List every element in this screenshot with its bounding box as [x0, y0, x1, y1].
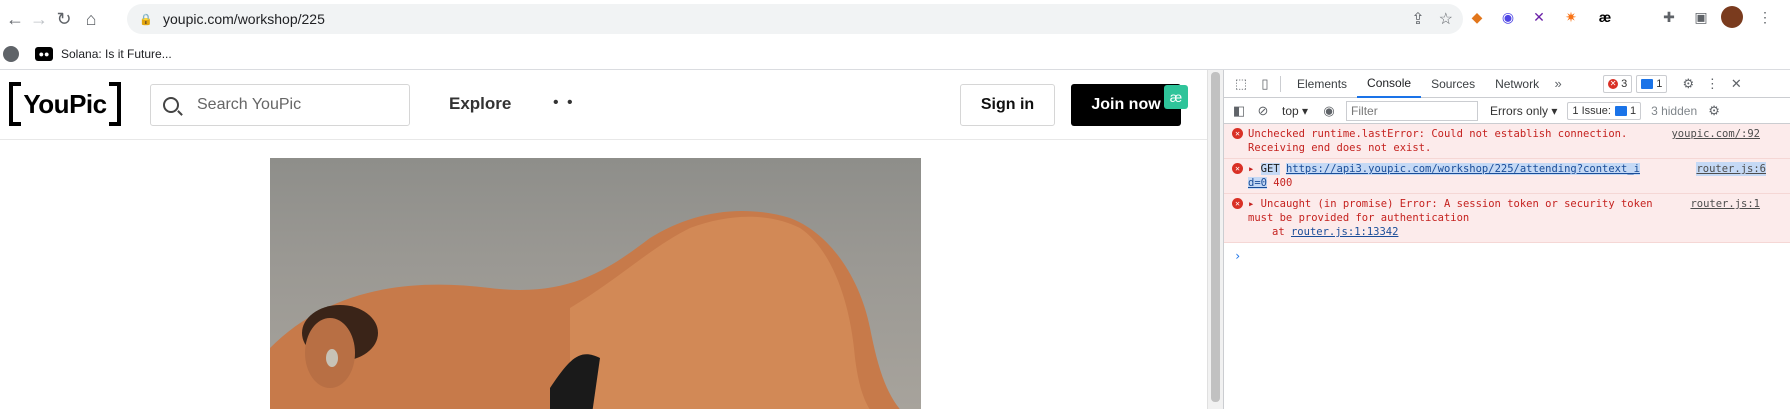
message-count: 1	[1656, 77, 1663, 90]
back-arrow-icon[interactable]: ←	[2, 6, 28, 32]
scrollbar-thumb[interactable]	[1211, 72, 1220, 402]
error-icon: ✕	[1232, 198, 1243, 209]
tab-elements[interactable]: Elements	[1287, 70, 1357, 98]
workshop-photo[interactable]	[270, 158, 921, 409]
menu-icon[interactable]: ⋮	[1754, 6, 1776, 28]
log-level-selector[interactable]: Errors only ▾	[1490, 104, 1557, 118]
star-icon[interactable]: ☆	[1439, 9, 1453, 29]
bookmark-label: Solana: Is it Future...	[61, 46, 172, 61]
issues-badge[interactable]: 1 Issue: 1	[1567, 101, 1642, 120]
page-viewport: YouPic Explore • • Sign in Join now æ	[0, 70, 1207, 409]
reload-icon[interactable]: ↻	[51, 6, 77, 32]
globe-icon[interactable]	[3, 45, 19, 62]
context-selector[interactable]: top ▾	[1282, 104, 1308, 118]
sign-in-button[interactable]: Sign in	[960, 84, 1055, 126]
log-level-value: Errors only	[1490, 103, 1549, 118]
console-prompt[interactable]: ›	[1224, 243, 1790, 269]
source-link[interactable]: router.js:6	[1696, 162, 1766, 176]
explore-link[interactable]: Explore	[449, 94, 511, 114]
page-scrollbar[interactable]	[1207, 70, 1223, 409]
message-count-badge[interactable]: 1	[1636, 74, 1668, 93]
close-icon[interactable]: ✕	[1727, 75, 1745, 93]
error-icon: ✕	[1608, 78, 1619, 89]
filter-input[interactable]: Filter	[1346, 100, 1479, 121]
inspect-icon[interactable]: ⬚	[1232, 75, 1250, 93]
tab-network[interactable]: Network	[1485, 70, 1549, 98]
error-text: Uncaught (in promise) Error: A session t…	[1260, 198, 1653, 210]
puzzle-icon[interactable]: ✚	[1658, 6, 1680, 28]
error-text: Receiving end does not exist.	[1248, 142, 1432, 154]
url-text[interactable]: youpic.com/workshop/225	[163, 11, 325, 27]
eye-icon[interactable]: ◉	[1320, 102, 1338, 120]
extension-ae-icon[interactable]: æ	[1594, 6, 1616, 28]
error-icon: ✕	[1232, 163, 1243, 174]
console-error-row[interactable]: ✕ ▸ GET https://api3.youpic.com/workshop…	[1224, 159, 1790, 194]
status-code: 400	[1273, 177, 1293, 189]
extension-circle-icon[interactable]: ◉	[1497, 6, 1519, 28]
devtools-tabbar: ⬚ ▯ Elements Console Sources Network » ✕…	[1224, 70, 1790, 98]
expand-arrow-icon[interactable]: ▸	[1248, 198, 1254, 210]
tab-console[interactable]: Console	[1357, 70, 1422, 98]
stack-prefix: at	[1272, 226, 1285, 238]
source-link[interactable]: youpic.com/:92	[1671, 127, 1760, 141]
context-value: top	[1282, 103, 1299, 118]
console-error-row[interactable]: ✕ Unchecked runtime.lastError: Could not…	[1224, 124, 1790, 159]
photo-subject	[270, 210, 900, 409]
metamask-icon[interactable]: ◆	[1466, 6, 1488, 28]
tab-sources[interactable]: Sources	[1421, 70, 1485, 98]
network-error-text-cont: d=0 400	[1248, 176, 1782, 190]
clear-console-icon[interactable]: ⊘	[1254, 102, 1272, 120]
ae-extension-badge[interactable]: æ	[1164, 85, 1188, 109]
error-text: must be provided for authentication	[1248, 212, 1470, 224]
search-icon	[163, 97, 179, 113]
issue-icon	[1614, 105, 1627, 116]
lock-icon: 🔒	[139, 13, 153, 26]
more-menu-icon[interactable]: • •	[553, 94, 575, 112]
search-input[interactable]	[197, 96, 397, 114]
error-count-badge[interactable]: ✕ 3	[1603, 74, 1633, 93]
issues-label: 1 Issue:	[1572, 104, 1611, 117]
youpic-logo[interactable]: YouPic	[9, 82, 121, 126]
error-count: 3	[1621, 77, 1628, 90]
request-url[interactable]: https://api3.youpic.com/workshop/225/att…	[1285, 163, 1640, 175]
sidepanel-icon[interactable]: ▣	[1690, 6, 1712, 28]
console-error-row[interactable]: ✕ ▸ Uncaught (in promise) Error: A sessi…	[1224, 194, 1790, 243]
message-icon	[1641, 78, 1654, 89]
site-header: YouPic Explore • • Sign in Join now æ	[0, 70, 1207, 140]
device-toolbar-icon[interactable]: ▯	[1256, 75, 1274, 93]
http-method: GET	[1260, 163, 1280, 175]
hidden-count: 3 hidden	[1651, 103, 1698, 118]
forward-arrow-icon[interactable]: →	[26, 6, 52, 32]
address-bar[interactable]: 🔒 youpic.com/workshop/225 ⇪ ☆	[127, 4, 1463, 34]
sidebar-toggle-icon[interactable]: ◧	[1230, 102, 1248, 120]
settings-gear-icon[interactable]: ⚙	[1679, 75, 1697, 93]
request-url-cont[interactable]: d=0	[1248, 177, 1267, 189]
search-box[interactable]	[150, 84, 410, 126]
more-tabs-icon[interactable]: »	[1549, 75, 1567, 93]
issues-count: 1	[1629, 104, 1637, 117]
stack-frame: at router.js:1:13342	[1248, 225, 1782, 239]
expand-arrow-icon[interactable]: ▸	[1248, 163, 1254, 175]
extension-x-icon[interactable]: ✕	[1528, 6, 1550, 28]
error-icon: ✕	[1232, 128, 1243, 139]
browser-toolbar: ← → ↻ ⌂ 🔒 youpic.com/workshop/225 ⇪ ☆ ◆ …	[0, 0, 1790, 38]
bookmarks-bar: ●● Solana: Is it Future...	[0, 38, 1790, 70]
stack-link[interactable]: router.js:1:13342	[1291, 226, 1398, 238]
kebab-menu-icon[interactable]: ⋮	[1703, 75, 1721, 93]
devtools-panel: ⬚ ▯ Elements Console Sources Network » ✕…	[1223, 70, 1790, 409]
source-link[interactable]: router.js:1	[1690, 197, 1760, 211]
console-messages: ✕ Unchecked runtime.lastError: Could not…	[1224, 124, 1790, 269]
bookmark-solana[interactable]: ●● Solana: Is it Future...	[35, 46, 172, 61]
medium-icon: ●●	[35, 46, 53, 61]
console-settings-icon[interactable]: ⚙	[1705, 102, 1723, 120]
share-icon[interactable]: ⇪	[1411, 9, 1424, 29]
home-icon[interactable]: ⌂	[78, 6, 104, 32]
avatar[interactable]	[1721, 6, 1743, 28]
console-toolbar: ◧ ⊘ top ▾ ◉ Filter Errors only ▾ 1 Issue…	[1224, 98, 1790, 124]
extension-star-icon[interactable]: ✷	[1560, 6, 1582, 28]
